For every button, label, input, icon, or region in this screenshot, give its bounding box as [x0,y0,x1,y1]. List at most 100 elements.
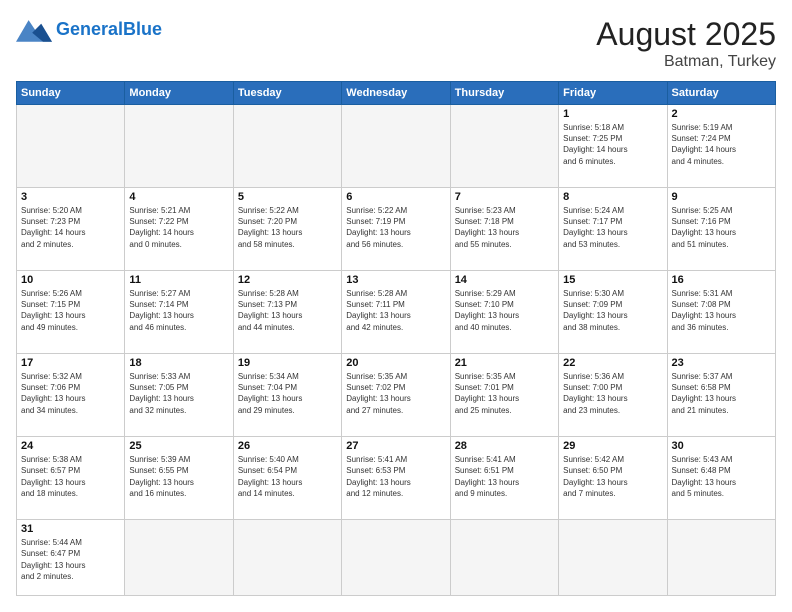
day-number: 20 [346,357,445,369]
day-number: 18 [129,357,228,369]
calendar-cell: 11 Sunrise: 5:27 AM Sunset: 7:14 PM Dayli… [125,271,233,354]
day-number: 4 [129,191,228,203]
day-info: Sunrise: 5:29 AM Sunset: 7:10 PM Dayligh… [455,288,554,333]
day-number: 24 [21,440,120,452]
day-info: Sunrise: 5:43 AM Sunset: 6:48 PM Dayligh… [672,454,771,499]
calendar-cell: 23 Sunrise: 5:37 AM Sunset: 6:58 PM Dayli… [667,354,775,437]
week-row-0: 1 Sunrise: 5:18 AM Sunset: 7:25 PM Daylig… [17,105,776,188]
calendar-cell: 12 Sunrise: 5:28 AM Sunset: 7:13 PM Dayli… [233,271,341,354]
day-info: Sunrise: 5:36 AM Sunset: 7:00 PM Dayligh… [563,371,662,416]
day-info: Sunrise: 5:22 AM Sunset: 7:20 PM Dayligh… [238,205,337,250]
day-info: Sunrise: 5:38 AM Sunset: 6:57 PM Dayligh… [21,454,120,499]
calendar-cell: 16Sunrise: 5:31 AM Sunset: 7:08 PM Dayli… [667,271,775,354]
day-number: 6 [346,191,445,203]
day-info: Sunrise: 5:28 AM Sunset: 7:13 PM Dayligh… [238,288,337,333]
main-title: August 2025 [596,16,776,53]
day-number: 9 [672,191,771,203]
day-number: 25 [129,440,228,452]
day-info: Sunrise: 5:35 AM Sunset: 7:02 PM Dayligh… [346,371,445,416]
calendar-cell [667,520,775,596]
calendar-cell: 1 Sunrise: 5:18 AM Sunset: 7:25 PM Daylig… [559,105,667,188]
day-info: Sunrise: 5:27 AM Sunset: 7:14 PM Dayligh… [129,288,228,333]
day-number: 27 [346,440,445,452]
weekday-header-monday: Monday [125,82,233,105]
day-number: 15 [563,274,662,286]
calendar-cell [450,520,558,596]
calendar-cell: 24 Sunrise: 5:38 AM Sunset: 6:57 PM Dayli… [17,437,125,520]
calendar-cell: 15 Sunrise: 5:30 AM Sunset: 7:09 PM Dayli… [559,271,667,354]
calendar-cell: 3Sunrise: 5:20 AM Sunset: 7:23 PM Daylig… [17,188,125,271]
day-number: 7 [455,191,554,203]
calendar-cell: 13 Sunrise: 5:28 AM Sunset: 7:11 PM Dayli… [342,271,450,354]
day-info: Sunrise: 5:30 AM Sunset: 7:09 PM Dayligh… [563,288,662,333]
day-info: Sunrise: 5:25 AM Sunset: 7:16 PM Dayligh… [672,205,771,250]
day-number: 13 [346,274,445,286]
calendar-cell: 30 Sunrise: 5:43 AM Sunset: 6:48 PM Dayli… [667,437,775,520]
calendar-cell [342,520,450,596]
day-info: Sunrise: 5:41 AM Sunset: 6:53 PM Dayligh… [346,454,445,499]
day-info: Sunrise: 5:26 AM Sunset: 7:15 PM Dayligh… [21,288,120,333]
week-row-2: 10Sunrise: 5:26 AM Sunset: 7:15 PM Dayli… [17,271,776,354]
calendar-cell: 19 Sunrise: 5:34 AM Sunset: 7:04 PM Dayli… [233,354,341,437]
day-info: Sunrise: 5:21 AM Sunset: 7:22 PM Dayligh… [129,205,228,250]
day-info: Sunrise: 5:31 AM Sunset: 7:08 PM Dayligh… [672,288,771,333]
calendar-cell: 29Sunrise: 5:42 AM Sunset: 6:50 PM Dayli… [559,437,667,520]
week-row-1: 3Sunrise: 5:20 AM Sunset: 7:23 PM Daylig… [17,188,776,271]
day-number: 12 [238,274,337,286]
calendar-cell [450,105,558,188]
day-number: 30 [672,440,771,452]
day-number: 28 [455,440,554,452]
calendar-cell [342,105,450,188]
day-number: 31 [21,523,120,535]
day-number: 17 [21,357,120,369]
calendar-cell [125,520,233,596]
day-number: 11 [129,274,228,286]
day-number: 22 [563,357,662,369]
weekday-header-thursday: Thursday [450,82,558,105]
weekday-header-sunday: Sunday [17,82,125,105]
calendar-cell: 28 Sunrise: 5:41 AM Sunset: 6:51 PM Dayli… [450,437,558,520]
calendar-cell: 9 Sunrise: 5:25 AM Sunset: 7:16 PM Daylig… [667,188,775,271]
calendar-cell: 27 Sunrise: 5:41 AM Sunset: 6:53 PM Dayli… [342,437,450,520]
calendar-cell: 25 Sunrise: 5:39 AM Sunset: 6:55 PM Dayli… [125,437,233,520]
logo: GeneralBlue [16,16,162,44]
calendar-cell [233,520,341,596]
day-number: 14 [455,274,554,286]
calendar-cell: 5Sunrise: 5:22 AM Sunset: 7:20 PM Daylig… [233,188,341,271]
subtitle: Batman, Turkey [596,53,776,71]
day-info: Sunrise: 5:34 AM Sunset: 7:04 PM Dayligh… [238,371,337,416]
day-info: Sunrise: 5:40 AM Sunset: 6:54 PM Dayligh… [238,454,337,499]
day-info: Sunrise: 5:37 AM Sunset: 6:58 PM Dayligh… [672,371,771,416]
day-info: Sunrise: 5:20 AM Sunset: 7:23 PM Dayligh… [21,205,120,250]
day-number: 1 [563,108,662,120]
day-info: Sunrise: 5:39 AM Sunset: 6:55 PM Dayligh… [129,454,228,499]
day-number: 2 [672,108,771,120]
day-info: Sunrise: 5:42 AM Sunset: 6:50 PM Dayligh… [563,454,662,499]
calendar-cell: 26 Sunrise: 5:40 AM Sunset: 6:54 PM Dayli… [233,437,341,520]
calendar-cell [559,520,667,596]
day-info: Sunrise: 5:41 AM Sunset: 6:51 PM Dayligh… [455,454,554,499]
day-info: Sunrise: 5:35 AM Sunset: 7:01 PM Dayligh… [455,371,554,416]
weekday-header-wednesday: Wednesday [342,82,450,105]
day-info: Sunrise: 5:18 AM Sunset: 7:25 PM Dayligh… [563,122,662,167]
calendar-body: 1 Sunrise: 5:18 AM Sunset: 7:25 PM Daylig… [17,105,776,596]
calendar-cell: 17Sunrise: 5:32 AM Sunset: 7:06 PM Dayli… [17,354,125,437]
weekday-header-tuesday: Tuesday [233,82,341,105]
calendar-cell: 7 Sunrise: 5:23 AM Sunset: 7:18 PM Daylig… [450,188,558,271]
header: GeneralBlue August 2025 Batman, Turkey [16,16,776,71]
calendar-cell: 2 Sunrise: 5:19 AM Sunset: 7:24 PM Daylig… [667,105,775,188]
calendar-cell: 6 Sunrise: 5:22 AM Sunset: 7:19 PM Daylig… [342,188,450,271]
day-number: 19 [238,357,337,369]
day-info: Sunrise: 5:28 AM Sunset: 7:11 PM Dayligh… [346,288,445,333]
week-row-4: 24 Sunrise: 5:38 AM Sunset: 6:57 PM Dayli… [17,437,776,520]
logo-general: General [56,19,123,39]
day-info: Sunrise: 5:23 AM Sunset: 7:18 PM Dayligh… [455,205,554,250]
calendar-cell [125,105,233,188]
day-info: Sunrise: 5:22 AM Sunset: 7:19 PM Dayligh… [346,205,445,250]
calendar-cell: 8Sunrise: 5:24 AM Sunset: 7:17 PM Daylig… [559,188,667,271]
weekday-row: SundayMondayTuesdayWednesdayThursdayFrid… [17,82,776,105]
day-number: 23 [672,357,771,369]
day-info: Sunrise: 5:19 AM Sunset: 7:24 PM Dayligh… [672,122,771,167]
weekday-header-friday: Friday [559,82,667,105]
day-number: 26 [238,440,337,452]
